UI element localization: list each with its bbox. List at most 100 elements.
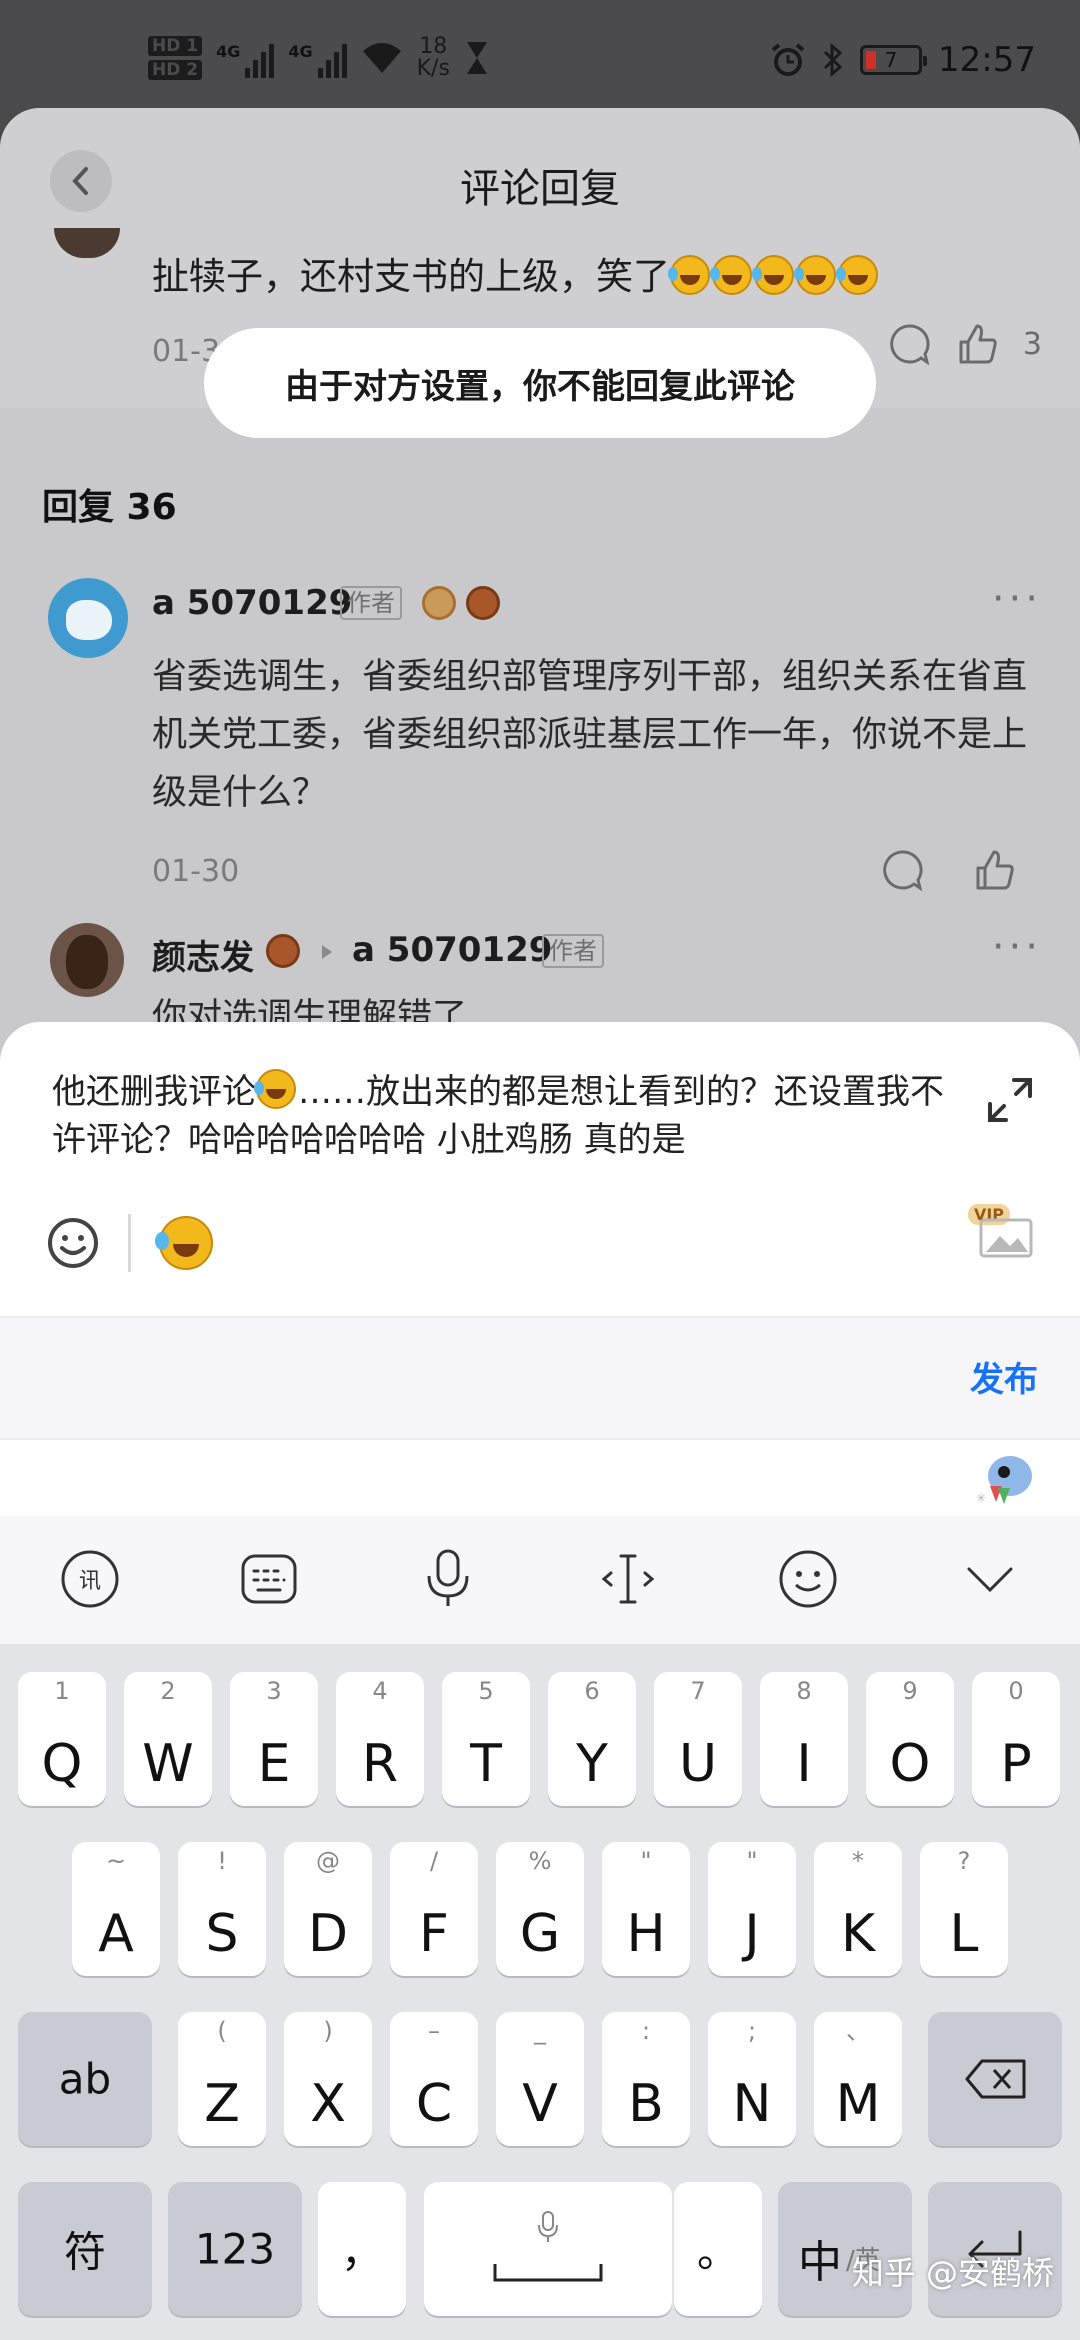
author-tag: 作者: [340, 586, 402, 620]
space-key[interactable]: [424, 2182, 672, 2316]
svg-text:✳: ✳: [976, 1491, 986, 1505]
signal-icon-2: 4G: [288, 38, 347, 78]
like-icon[interactable]: [955, 322, 999, 366]
status-bar: HD 1 HD 2 4G 4G 18 K/s 7 12:57: [0, 0, 1080, 108]
comma-key[interactable]: ，: [318, 2182, 406, 2316]
composer-footer: ✳: [0, 1440, 1080, 1516]
laugh-cry-emoji: [836, 255, 878, 295]
mascot-icon: ✳: [976, 1456, 1032, 1505]
keyboard-switch-icon[interactable]: [236, 1546, 302, 1612]
emoji-keyboard-icon[interactable]: [775, 1546, 841, 1612]
key-f[interactable]: / F: [390, 1842, 478, 1976]
author-tag: 作者: [542, 934, 604, 968]
reply-author[interactable]: a 5070129: [152, 583, 352, 623]
shift-ab-key[interactable]: ab: [18, 2012, 152, 2146]
microphone-icon: [538, 2211, 558, 2242]
hd2-badge: HD 2: [148, 60, 203, 80]
reply-arrow-icon: [322, 945, 332, 959]
composer-action-bar: 发布: [0, 1316, 1080, 1440]
reply-count: 回复 36: [42, 487, 177, 528]
hourglass-icon: [466, 42, 487, 74]
period-key[interactable]: 。: [674, 2182, 762, 2316]
comment-input[interactable]: 他还删我评论 ……放出来的都是想让看到的？还设置我不许评论？哈哈哈哈哈哈哈 小肚鸡…: [52, 1068, 952, 1164]
page-title: 评论回复: [460, 166, 620, 212]
key-w[interactable]: 2W: [124, 1672, 212, 1806]
crown-badge-icon: [422, 586, 456, 620]
image-upload-icon[interactable]: [978, 1210, 1034, 1260]
key-l[interactable]: ? L: [920, 1842, 1008, 1976]
eye-badge-icon: [266, 934, 300, 968]
laugh-cry-emoji: [254, 1069, 296, 1109]
microphone-icon[interactable]: [415, 1546, 481, 1612]
comment-icon[interactable]: [887, 322, 931, 366]
toast-message: 由于对方设置，你不能回复此评论: [204, 328, 876, 438]
laugh-cry-emoji: [668, 255, 710, 295]
expand-icon[interactable]: [986, 1076, 1034, 1124]
key-a[interactable]: ~ A: [72, 1842, 160, 1976]
reply-date: 01-30: [152, 854, 240, 889]
tool-divider: [128, 1214, 131, 1272]
bluetooth-icon: [823, 42, 843, 78]
key-i[interactable]: 8I: [760, 1672, 848, 1806]
key-p[interactable]: 0P: [972, 1672, 1060, 1806]
key-x[interactable]: ) X: [284, 2012, 372, 2146]
reply-to-author[interactable]: a 5070129: [352, 930, 552, 970]
publish-button[interactable]: 发布: [970, 1352, 1038, 1401]
wifi-icon: [362, 43, 401, 73]
alarm-icon: [771, 43, 805, 76]
key-o[interactable]: 9O: [866, 1672, 954, 1806]
key-j[interactable]: " J: [708, 1842, 796, 1976]
key-u[interactable]: 7U: [654, 1672, 742, 1806]
symbol-key[interactable]: 符: [18, 2182, 152, 2316]
more-options-icon[interactable]: ···: [992, 576, 1042, 622]
key-v[interactable]: _ V: [496, 2012, 584, 2146]
key-m[interactable]: 、 M: [814, 2012, 902, 2146]
reply-text: 省委选调生，省委组织部管理序列干部，组织关系在省直机关党工委，省委组织部派驻基层…: [152, 657, 1028, 813]
comment-icon[interactable]: [880, 848, 924, 892]
key-h[interactable]: " H: [602, 1842, 690, 1976]
laugh-cry-emoji: [710, 255, 752, 295]
battery-icon: 7: [860, 45, 928, 75]
status-right: 7 12:57: [770, 40, 1036, 80]
key-q[interactable]: 1Q: [18, 1672, 106, 1806]
hd-indicator: HD 1 HD 2: [148, 36, 203, 80]
cursor-move-icon[interactable]: [595, 1546, 661, 1612]
backspace-icon: [965, 2059, 1026, 2099]
svg-text:讯: 讯: [79, 1569, 101, 1594]
key-y[interactable]: 6Y: [548, 1672, 636, 1806]
emoji-picker-icon[interactable]: [46, 1216, 100, 1270]
parent-avatar[interactable]: [54, 228, 120, 258]
hide-keyboard-chevron-down-icon[interactable]: [957, 1546, 1023, 1612]
key-b[interactable]: :B: [602, 2012, 690, 2146]
hd1-badge: HD 1: [148, 36, 203, 56]
key-t[interactable]: 5T: [442, 1672, 530, 1806]
key-d[interactable]: @ D: [284, 1842, 372, 1976]
number-key[interactable]: 123: [168, 2182, 302, 2316]
network-speed: 18 K/s: [416, 34, 450, 81]
key-r[interactable]: 4R: [336, 1672, 424, 1806]
recent-emoji-laugh-cry-icon[interactable]: [155, 1216, 213, 1270]
key-k[interactable]: * K: [814, 1842, 902, 1976]
more-options-icon[interactable]: ···: [992, 924, 1042, 970]
ime-logo-icon[interactable]: 讯: [57, 1546, 123, 1612]
key-n[interactable]: ; N: [708, 2012, 796, 2146]
key-e[interactable]: 3E: [230, 1672, 318, 1806]
composer-tools: [46, 1214, 213, 1272]
reply-author[interactable]: 颜志发: [152, 930, 254, 979]
key-c[interactable]: – C: [390, 2012, 478, 2146]
laugh-cry-emoji: [752, 255, 794, 295]
backspace-key[interactable]: [928, 2012, 1062, 2146]
clock: 12:57: [938, 40, 1036, 80]
key-s[interactable]: ! S: [178, 1842, 266, 1976]
signal-icon-1: 4G: [216, 38, 275, 78]
avatar[interactable]: [50, 923, 124, 997]
space-bar-icon: [493, 2264, 603, 2282]
like-icon[interactable]: [972, 848, 1016, 892]
eye-badge-icon: [466, 586, 500, 620]
key-g[interactable]: % G: [496, 1842, 584, 1976]
like-count: 3: [1022, 326, 1042, 362]
watermark: 知乎 @安鹤桥: [851, 2254, 1054, 2292]
key-z[interactable]: (Z: [178, 2012, 266, 2146]
comment-composer: 他还删我评论 ……放出来的都是想让看到的？还设置我不许评论？哈哈哈哈哈哈哈 小肚鸡…: [0, 1022, 1080, 1516]
avatar[interactable]: [48, 578, 128, 658]
